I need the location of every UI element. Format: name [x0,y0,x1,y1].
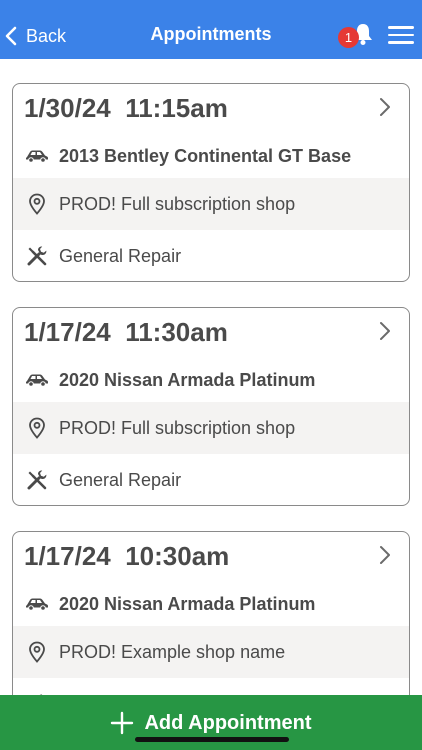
back-button[interactable]: Back [4,22,66,50]
chevron-right-icon[interactable] [379,545,391,565]
appointment-vehicle-row: 2013 Bentley Continental GT Base [13,130,409,182]
plus-icon [111,711,134,735]
location-pin-icon [24,639,50,665]
appointment-datetime: 1/17/24 10:30am [24,541,230,571]
shop-name: PROD! Full subscription shop [59,193,296,214]
appointment-service-row: General Repair [13,454,409,505]
shop-name: PROD! Full subscription shop [59,417,296,438]
tools-icon [24,467,50,493]
appointment-shop-row: PROD! Full subscription shop [13,402,409,454]
location-pin-icon [24,191,50,217]
appointment-header: 1/17/24 11:30am [13,308,409,356]
notification-badge: 1 [338,27,359,48]
appointment-header: 1/17/24 10:30am [13,532,409,580]
vehicle-name: 2020 Nissan Armada Platinum [59,593,316,614]
back-label: Back [26,25,67,46]
appointment-vehicle-row: 2020 Nissan Armada Platinum [13,578,409,630]
home-indicator [135,737,289,742]
appointment-service-row [13,678,409,695]
vehicle-name: 2020 Nissan Armada Platinum [59,369,316,390]
appointment-datetime: 1/17/24 11:30am [24,317,228,347]
menu-button[interactable] [388,26,414,46]
appointments-list[interactable]: 1/30/24 11:15am 2013 Bentley Continental… [0,59,422,695]
appointment-header: 1/30/24 11:15am [13,84,409,132]
car-icon [24,367,50,393]
tools-icon [24,243,50,269]
hamburger-line [388,33,414,36]
chevron-right-icon[interactable] [379,321,391,341]
appointment-shop-row: PROD! Example shop name [13,626,409,678]
hamburger-line [388,41,414,44]
appointment-shop-row: PROD! Full subscription shop [13,178,409,230]
location-pin-icon [24,415,50,441]
car-icon [24,143,50,169]
hamburger-line [388,26,414,29]
add-appointment-content: Add Appointment [0,711,422,735]
appointment-card[interactable]: 1/30/24 11:15am 2013 Bentley Continental… [12,83,410,282]
app-header: Back Appointments 1 [0,0,422,59]
appointment-service-row: General Repair [13,230,409,281]
vehicle-name: 2013 Bentley Continental GT Base [59,145,352,166]
appointment-vehicle-row: 2020 Nissan Armada Platinum [13,354,409,406]
service-type: General Repair [59,245,182,266]
appointment-datetime: 1/30/24 11:15am [24,93,228,123]
car-icon [24,591,50,617]
shop-name: PROD! Example shop name [59,641,286,662]
chevron-left-icon [5,26,17,46]
appointment-card[interactable]: 1/17/24 11:30am 2020 Nissan Armada Plati… [12,307,410,506]
add-appointment-label: Add Appointment [144,711,312,734]
appointment-card[interactable]: 1/17/24 10:30am 2020 Nissan Armada Plati… [12,531,410,695]
service-type: General Repair [59,469,182,490]
notifications-button[interactable]: 1 [338,22,376,50]
chevron-right-icon[interactable] [379,97,391,117]
